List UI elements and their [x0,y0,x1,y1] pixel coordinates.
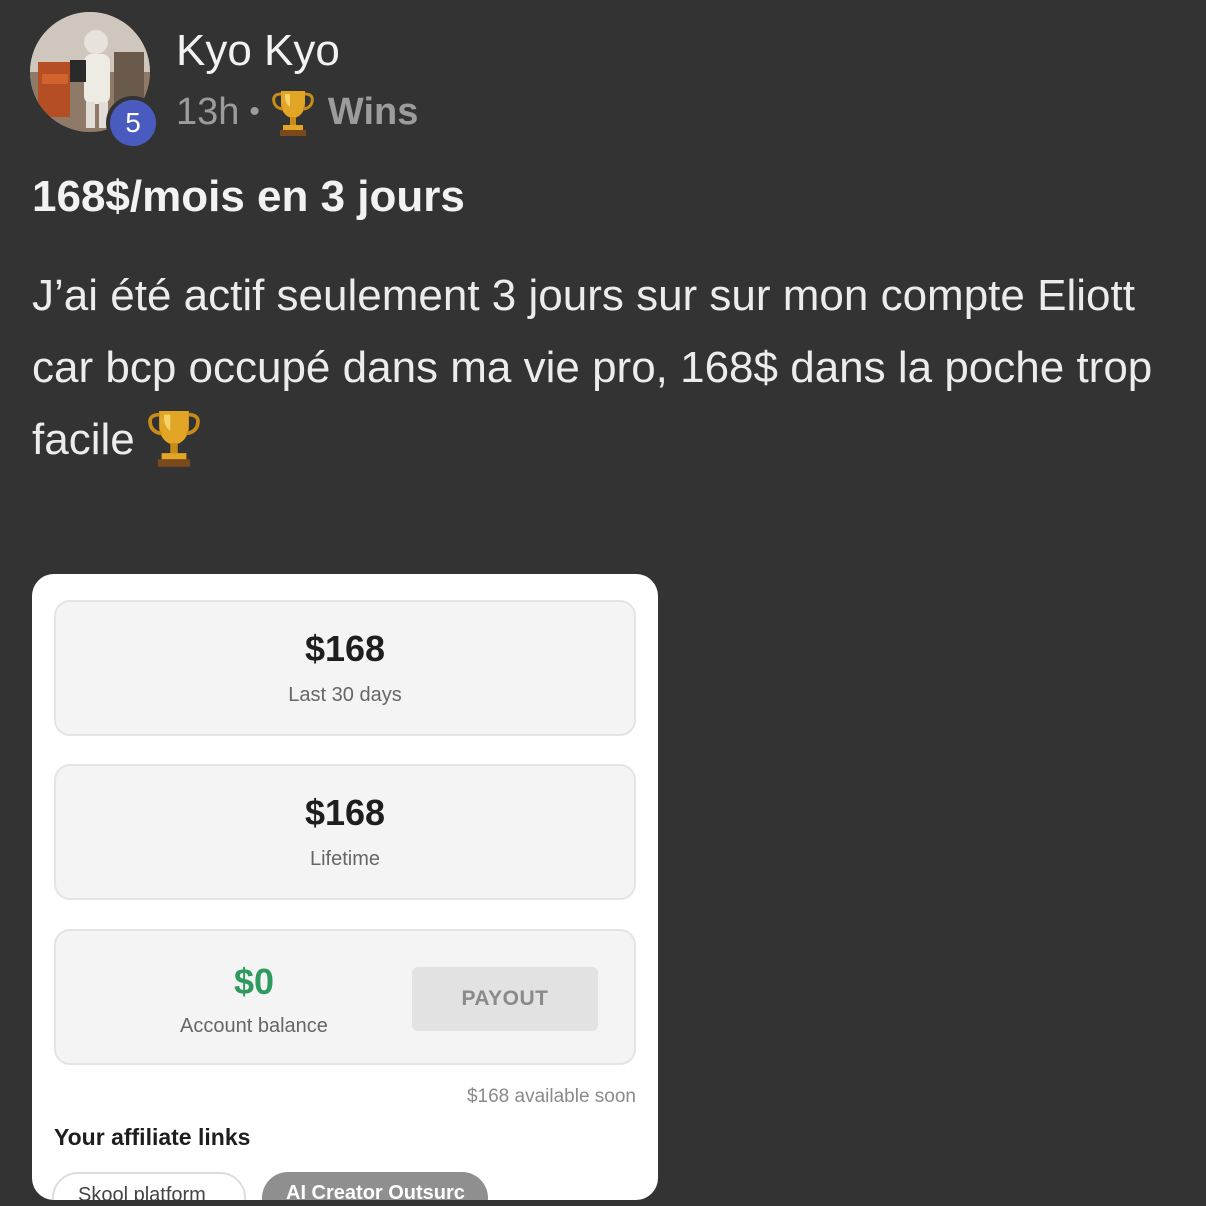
affiliate-chip[interactable]: Skool platform [52,1172,246,1200]
post-body: J’ai été actif seulement 3 jours sur sur… [32,260,1172,476]
trophy-icon [270,87,316,137]
post-category[interactable]: Wins [328,91,418,134]
balance-value: $0 [233,961,275,1002]
stat-label: Last 30 days [288,684,402,706]
trophy-icon [143,406,205,468]
stat-card-last-30-days: $168 Last 30 days [54,600,636,736]
level-badge: 5 [106,96,160,150]
available-soon-note: $168 available soon [466,1086,636,1107]
attached-screenshot[interactable]: $168 Last 30 days $168 Lifetime $0 Accou… [32,574,658,1200]
stat-card-account-balance: $0 Account balance PAYOUT [54,929,636,1065]
post-header: 5 Kyo Kyo 13h • Wins [30,12,1170,150]
post-meta: 13h • Wins [176,86,418,138]
balance-label: Account balance [180,1015,328,1037]
post-timestamp: 13h [176,90,240,133]
post-title: 168$/mois en 3 jours [32,172,465,221]
affiliate-links-heading: Your affiliate links [54,1124,251,1150]
stat-label: Lifetime [309,848,381,870]
affiliate-chip[interactable]: AI Creator Outsurc [262,1172,488,1200]
stat-value: $168 [304,628,386,669]
meta-separator: • [249,95,260,128]
stat-card-lifetime: $168 Lifetime [54,764,636,900]
stat-value: $168 [304,792,386,833]
payout-button[interactable]: PAYOUT [412,967,598,1031]
author-name[interactable]: Kyo Kyo [176,26,340,76]
